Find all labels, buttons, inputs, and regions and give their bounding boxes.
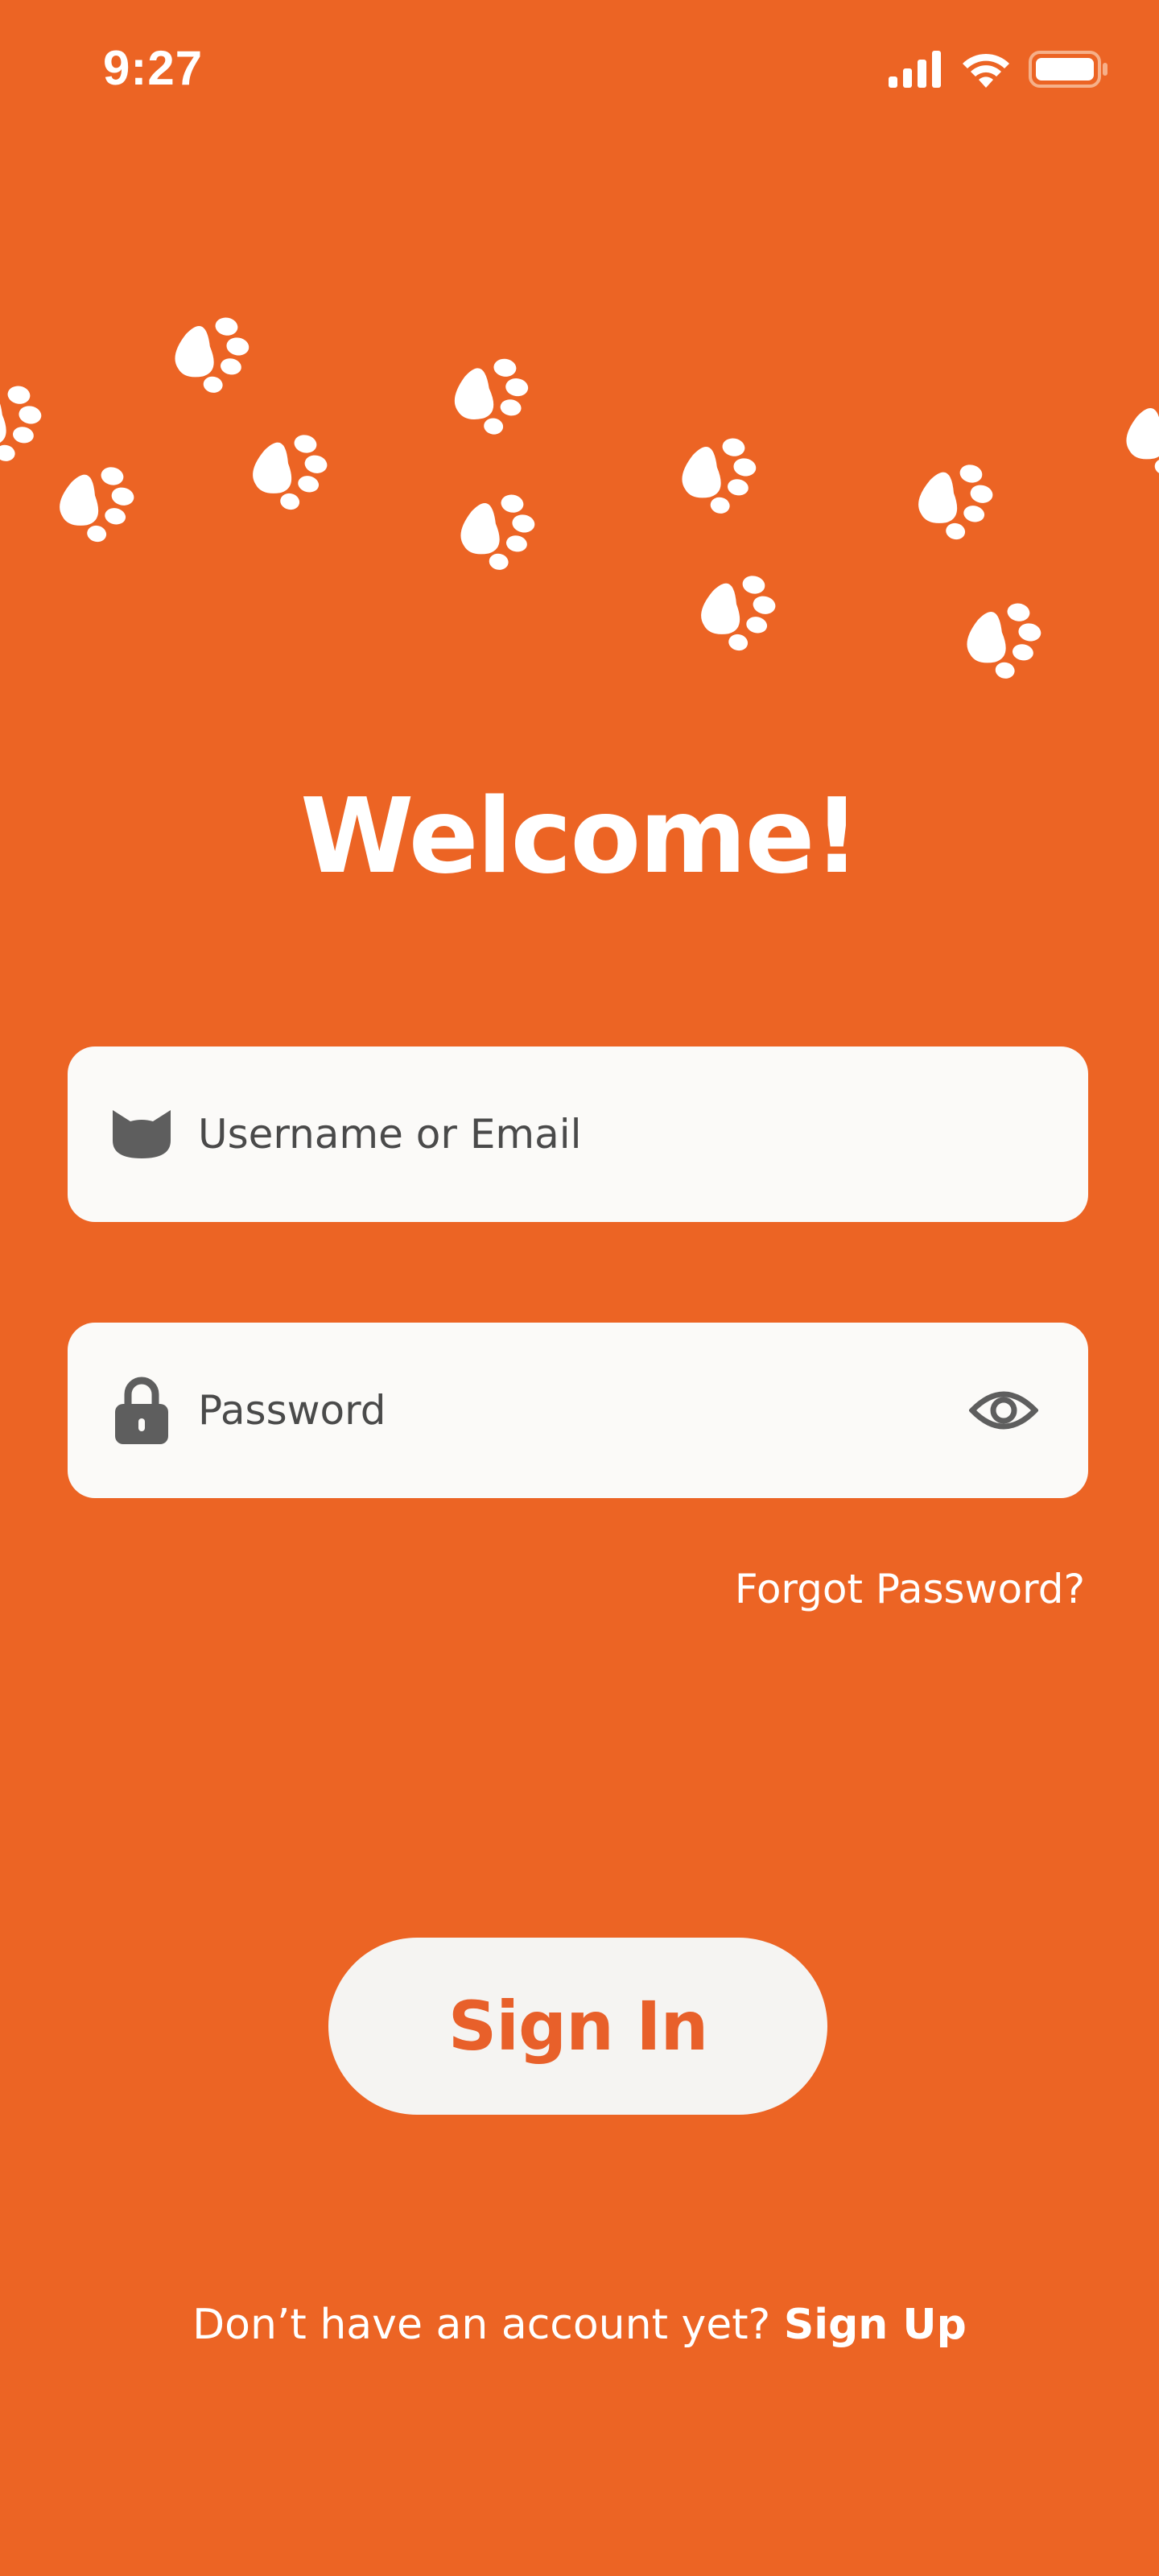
- username-placeholder: Username or Email: [198, 1111, 582, 1158]
- status-time: 9:27: [103, 41, 204, 95]
- page-title: Welcome!: [300, 777, 860, 897]
- paw-print-icon: [44, 455, 141, 543]
- paw-print-icon: [159, 306, 256, 394]
- forgot-password-link[interactable]: Forgot Password?: [735, 1566, 1085, 1612]
- eye-icon[interactable]: [967, 1382, 1040, 1439]
- cat-face-icon: [109, 1102, 174, 1166]
- signup-prompt: Don’t have an account yet? Sign Up: [0, 2301, 1159, 2349]
- sign-up-link[interactable]: Sign Up: [784, 2301, 967, 2349]
- paw-print-icon: [666, 427, 763, 515]
- signup-prompt-text: Don’t have an account yet?: [192, 2301, 771, 2349]
- password-placeholder: Password: [198, 1387, 386, 1434]
- status-icons: [887, 50, 1109, 89]
- paw-print-icon: [0, 374, 48, 463]
- paw-print-icon: [903, 452, 1000, 541]
- paw-print-icon: [951, 592, 1048, 680]
- paw-print-icon: [686, 564, 782, 652]
- password-field[interactable]: Password: [68, 1323, 1088, 1498]
- battery-icon: [1029, 50, 1109, 89]
- lock-icon: [109, 1377, 174, 1444]
- paw-print-icon: [237, 423, 334, 511]
- status-bar: 9:27: [0, 0, 1159, 145]
- cellular-signal-icon: [887, 51, 943, 88]
- paw-print-icon: [1111, 388, 1159, 477]
- username-field[interactable]: Username or Email: [68, 1046, 1088, 1222]
- wifi-icon: [961, 51, 1011, 88]
- paw-prints-decoration: [0, 282, 1159, 700]
- paw-print-icon: [445, 483, 542, 572]
- login-screen: 9:27 Welcome! Username or Email Password…: [0, 0, 1159, 2576]
- sign-in-button[interactable]: Sign In: [328, 1938, 827, 2115]
- paw-print-icon: [439, 348, 535, 436]
